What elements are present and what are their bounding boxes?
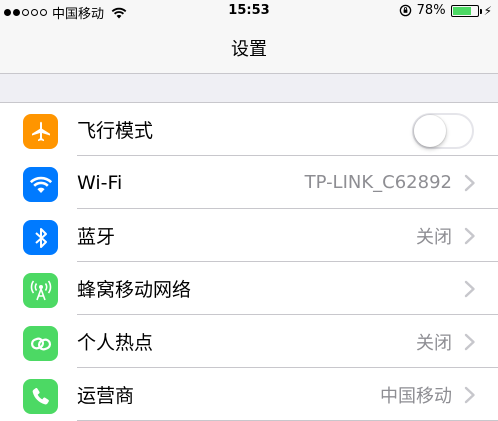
airplane-icon	[23, 114, 58, 149]
settings-row-label: 蓝牙	[77, 226, 116, 248]
navigation-bar: 设置	[0, 22, 498, 74]
chevron-right-icon	[464, 386, 476, 404]
settings-row-wifi[interactable]: Wi-Fi TP-LINK_C62892	[0, 156, 498, 209]
chevron-right-icon	[464, 174, 476, 192]
settings-list: 飞行模式 Wi-Fi TP-LINK_C62892 蓝牙 关闭 蜂窝移动网络 个人热点 关闭运…	[0, 102, 498, 421]
phone-icon	[23, 379, 58, 414]
airplane-mode-toggle[interactable]	[412, 113, 474, 149]
cellular-icon	[23, 273, 58, 308]
chevron-right-icon	[464, 333, 476, 351]
wifi-icon	[23, 167, 58, 202]
status-right: 78% ⚡	[399, 3, 492, 18]
settings-row-hotspot[interactable]: 个人热点 关闭	[0, 315, 498, 368]
settings-row-value: TP-LINK_C62892	[304, 172, 452, 193]
settings-row-phone[interactable]: 运营商 中国移动	[0, 368, 498, 421]
battery-percent: 78%	[416, 3, 446, 18]
chevron-right-icon	[464, 227, 476, 245]
hotspot-icon	[23, 326, 58, 361]
settings-row-value: 关闭	[416, 226, 452, 248]
settings-row-label: 个人热点	[77, 332, 154, 354]
toggle-knob	[414, 115, 446, 147]
settings-row-cellular[interactable]: 蜂窝移动网络	[0, 262, 498, 315]
bluetooth-icon	[23, 220, 58, 255]
battery-cap	[479, 8, 482, 14]
settings-row-value: 中国移动	[380, 385, 452, 407]
page-title: 设置	[231, 38, 267, 60]
battery-icon	[450, 4, 482, 17]
settings-row-value: 关闭	[416, 332, 452, 354]
rotation-lock-icon	[399, 4, 411, 17]
settings-row-airplane[interactable]: 飞行模式	[0, 103, 498, 156]
settings-row-bluetooth[interactable]: 蓝牙 关闭	[0, 209, 498, 262]
settings-row-label: 运营商	[77, 385, 135, 407]
charging-bolt-icon: ⚡	[483, 3, 492, 18]
battery-fill	[452, 6, 472, 15]
settings-row-label: 飞行模式	[77, 120, 154, 142]
chevron-right-icon	[464, 280, 476, 298]
settings-row-label: 蜂窝移动网络	[77, 279, 192, 301]
status-bar: 中国移动 15:53 78% ⚡	[0, 0, 498, 22]
settings-row-label: Wi-Fi	[77, 171, 123, 194]
